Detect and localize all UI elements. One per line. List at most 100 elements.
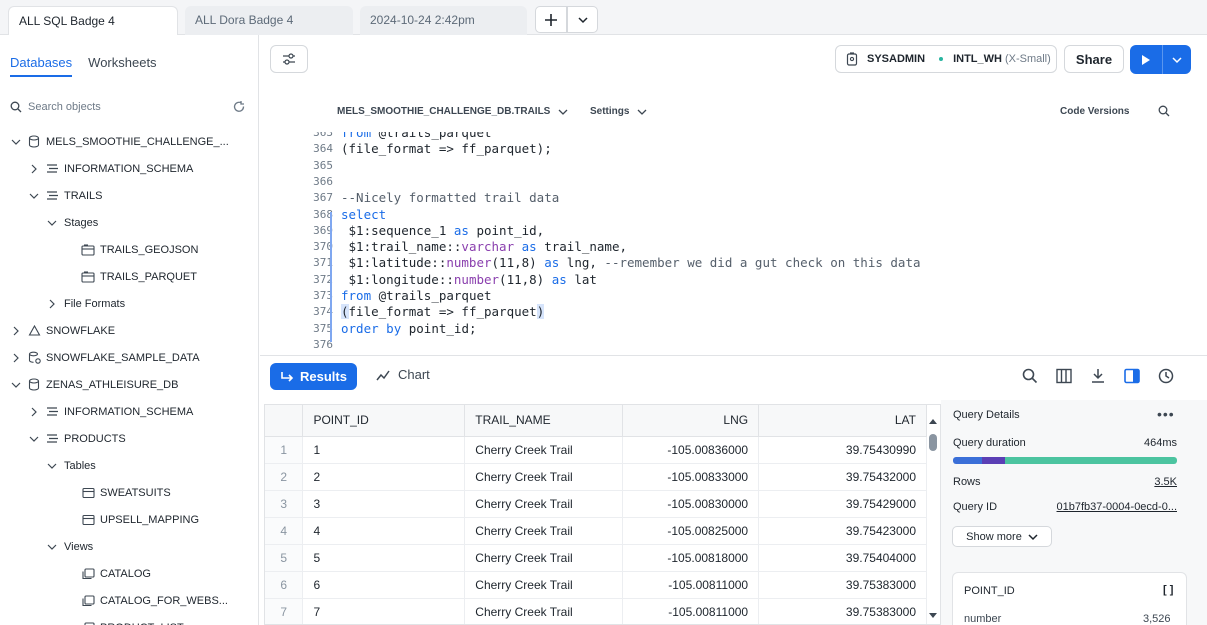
tree-item-catalog-for-webs[interactable]: CATALOG_FOR_WEBS... (0, 587, 258, 614)
scroll-thumb[interactable] (929, 434, 937, 451)
tree-item-upsell-mapping[interactable]: UPSELL_MAPPING (0, 506, 258, 533)
lat-cell[interactable]: 39.75432000 (758, 463, 927, 491)
results-scrollbar[interactable] (927, 410, 939, 625)
code-line[interactable]: 368 select (260, 207, 1200, 223)
column-header-trail-name[interactable]: TRAIL_NAME (464, 405, 624, 437)
lng-cell[interactable]: -105.00833000 (622, 463, 760, 491)
search-objects-field[interactable]: Search objects (10, 97, 246, 117)
code-line[interactable]: 374 (file_format => ff_parquet) (260, 304, 1200, 320)
tree-item-products[interactable]: PRODUCTS (0, 425, 258, 452)
show-more-button[interactable]: Show more (952, 526, 1052, 547)
code-line[interactable]: 364 (file_format => ff_parquet); (260, 141, 1200, 157)
code-line[interactable]: 367 --Nicely formatted trail data (260, 190, 1200, 206)
refresh-icon[interactable] (232, 100, 246, 114)
trail-name-cell[interactable]: Cherry Creek Trail (464, 544, 624, 572)
point-id-cell[interactable]: 1 (302, 436, 466, 464)
trail-name-cell[interactable]: Cherry Creek Trail (464, 517, 624, 545)
chevron-down-icon[interactable] (10, 381, 22, 389)
editor-search-button[interactable] (1158, 105, 1170, 120)
chevron-right-icon[interactable] (28, 407, 40, 417)
table-row[interactable]: 3 3 Cherry Creek Trail -105.00830000 39.7542… (265, 490, 927, 518)
chevron-down-icon[interactable] (46, 543, 58, 551)
lng-cell[interactable]: -105.00830000 (622, 490, 760, 518)
lat-cell[interactable]: 39.75430990 (758, 436, 927, 464)
point-id-cell[interactable]: 4 (302, 517, 466, 545)
run-query-button[interactable] (1130, 45, 1163, 74)
query-history-button[interactable] (1158, 368, 1174, 384)
lng-cell[interactable]: -105.00818000 (622, 544, 760, 572)
add-worksheet-button[interactable] (535, 6, 567, 33)
tree-item-sweatsuits[interactable]: SWEATSUITS (0, 479, 258, 506)
lat-cell[interactable]: 39.75429000 (758, 490, 927, 518)
run-options-dropdown[interactable] (1163, 45, 1191, 74)
trail-name-cell[interactable]: Cherry Creek Trail (464, 463, 624, 491)
more-options-icon[interactable]: ••• (1157, 406, 1175, 422)
search-results-button[interactable] (1022, 368, 1038, 384)
settings-dropdown[interactable]: Settings (590, 106, 647, 117)
tree-item-views[interactable]: Views (0, 533, 258, 560)
database-context-selector[interactable]: MELS_SMOOTHIE_CHALLENGE_DB.TRAILS (337, 106, 568, 117)
query-id-link[interactable]: 01b7fb37-0004-0ecd-0... (1057, 501, 1177, 513)
chart-tab-button[interactable]: Chart (376, 367, 430, 382)
lat-cell[interactable]: 39.75383000 (758, 598, 927, 624)
table-row[interactable]: 7 7 Cherry Creek Trail -105.00811000 39.7538… (265, 598, 927, 624)
chevron-down-icon[interactable] (46, 462, 58, 470)
tree-item-trails[interactable]: TRAILS (0, 182, 258, 209)
tree-item-trails-geojson[interactable]: TRAILS_GEOJSON (0, 236, 258, 263)
table-row[interactable]: 6 6 Cherry Creek Trail -105.00811000 39.7538… (265, 571, 927, 599)
chevron-down-icon[interactable] (28, 435, 40, 443)
filter-settings-button[interactable] (270, 45, 308, 73)
code-line[interactable]: 373 from @trails_parquet (260, 288, 1200, 304)
chevron-down-icon[interactable] (10, 138, 22, 146)
tree-item-trails-parquet[interactable]: TRAILS_PARQUET (0, 263, 258, 290)
tree-item-product-list[interactable]: PRODUCT_LIST (0, 614, 258, 625)
table-row[interactable]: 5 5 Cherry Creek Trail -105.00818000 39.7540… (265, 544, 927, 572)
code-line[interactable]: 375 order by point_id; (260, 321, 1200, 337)
lng-cell[interactable]: -105.00836000 (622, 436, 760, 464)
tab-databases[interactable]: Databases (10, 55, 73, 77)
run-button[interactable] (1130, 45, 1191, 74)
tree-item-catalog[interactable]: CATALOG (0, 560, 258, 587)
tree-item-information-schema[interactable]: INFORMATION_SCHEMA (0, 398, 258, 425)
trail-name-cell[interactable]: Cherry Creek Trail (464, 490, 624, 518)
table-row[interactable]: 4 4 Cherry Creek Trail -105.00825000 39.7542… (265, 517, 927, 545)
toggle-details-panel-button[interactable] (1124, 368, 1140, 384)
tree-item-snowflake[interactable]: SNOWFLAKE (0, 317, 258, 344)
code-line[interactable]: 363 from @trails_parquet (260, 132, 1200, 141)
lat-cell[interactable]: 39.75404000 (758, 544, 927, 572)
worksheet-tab-timestamp[interactable]: 2024-10-24 2:42pm (360, 6, 527, 35)
column-header-lng[interactable]: LNG (622, 405, 760, 437)
point-id-cell[interactable]: 2 (302, 463, 466, 491)
point-id-cell[interactable]: 6 (302, 571, 466, 599)
code-line[interactable]: 365 (260, 158, 1200, 174)
role-warehouse-selector[interactable]: SYSADMIN INTL_WH (X-Small) (835, 45, 1057, 73)
chevron-right-icon[interactable] (28, 164, 40, 174)
code-line[interactable]: 376 (260, 337, 1200, 350)
lng-cell[interactable]: -105.00811000 (622, 598, 760, 624)
column-header-lat[interactable]: LAT (758, 405, 927, 437)
download-button[interactable] (1090, 368, 1106, 384)
tree-item-zenas-athleisure-db[interactable]: ZENAS_ATHLEISURE_DB (0, 371, 258, 398)
column-stats-card[interactable]: POINT_ID [ ] number 3,526 (952, 572, 1187, 625)
table-row[interactable]: 2 2 Cherry Creek Trail -105.00833000 39.7543… (265, 463, 927, 491)
lat-cell[interactable]: 39.75383000 (758, 571, 927, 599)
scroll-up-arrow-icon[interactable] (929, 419, 937, 424)
tree-item-file-formats[interactable]: File Formats (0, 290, 258, 317)
code-versions-button[interactable]: Code Versions (1060, 106, 1129, 117)
columns-button[interactable] (1056, 368, 1072, 384)
trail-name-cell[interactable]: Cherry Creek Trail (464, 571, 624, 599)
lng-cell[interactable]: -105.00825000 (622, 517, 760, 545)
code-line[interactable]: 371 $1:latitude::number(11,8) as lng, --… (260, 255, 1200, 271)
code-line[interactable]: 372 $1:longitude::number(11,8) as lat (260, 272, 1200, 288)
code-line[interactable]: 370 $1:trail_name::varchar as trail_name… (260, 239, 1200, 255)
rows-value-link[interactable]: 3.5K (1154, 476, 1177, 488)
share-button[interactable]: Share (1064, 45, 1124, 73)
chevron-down-icon[interactable] (46, 219, 58, 227)
point-id-cell[interactable]: 5 (302, 544, 466, 572)
chevron-right-icon[interactable] (10, 353, 22, 363)
code-line[interactable]: 369 $1:sequence_1 as point_id, (260, 223, 1200, 239)
tab-list-dropdown[interactable] (567, 6, 598, 33)
tree-item-stages[interactable]: Stages (0, 209, 258, 236)
trail-name-cell[interactable]: Cherry Creek Trail (464, 598, 624, 624)
chevron-down-icon[interactable] (28, 192, 40, 200)
